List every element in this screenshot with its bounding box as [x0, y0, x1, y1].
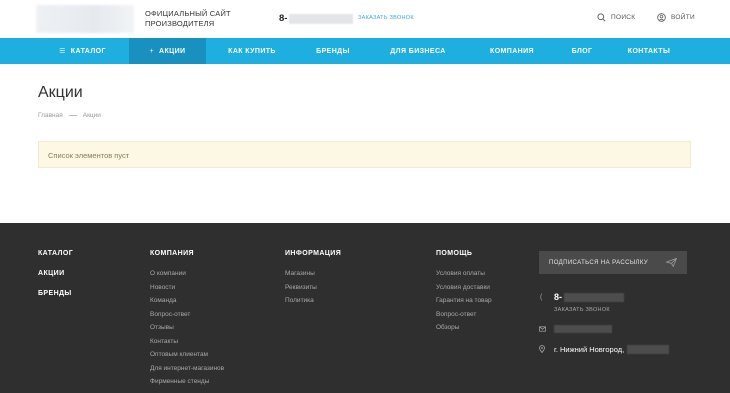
phone-icon: ( — [540, 294, 543, 301]
breadcrumb-home[interactable]: Главная — [38, 112, 63, 119]
footer-link-catalog[interactable]: КАТАЛОГ — [38, 250, 73, 257]
footer-link-delivery[interactable]: Условия доставки — [436, 284, 490, 291]
search-button[interactable]: ПОИСК — [597, 13, 635, 22]
header-phone-prefix: 8- — [279, 13, 288, 24]
footer-phone-number-redacted — [564, 292, 625, 302]
nav-contacts[interactable]: КОНТАКТЫ — [616, 38, 682, 64]
user-icon — [657, 13, 666, 22]
subscribe-button[interactable]: ПОДПИСАТЬСЯ НА РАССЫЛКУ — [539, 251, 687, 274]
footer-link-policy[interactable]: Политика — [285, 297, 314, 304]
menu-icon: ☰ — [59, 48, 66, 55]
footer-link-faq[interactable]: Вопрос-ответ — [150, 311, 190, 318]
nav-company[interactable]: КОМПАНИЯ — [476, 38, 548, 64]
footer-info-title: ИНФОРМАЦИЯ — [285, 250, 342, 257]
footer-link-news[interactable]: Новости — [150, 284, 175, 291]
main-nav: ☰ КАТАЛОГ + АКЦИИ КАК КУПИТЬ БРЕНДЫ ДЛЯ … — [0, 38, 730, 64]
nav-business[interactable]: ДЛЯ БИЗНЕСА — [376, 38, 460, 64]
breadcrumb: Главная Акции — [38, 112, 101, 119]
header-phone[interactable]: 8- — [279, 13, 354, 24]
search-icon — [597, 13, 606, 22]
nav-how-to-buy[interactable]: КАК КУПИТЬ — [214, 38, 290, 64]
send-icon — [666, 258, 677, 267]
footer-address-city: г. Нижний Новгород, — [554, 345, 625, 354]
nav-actions-label: АКЦИИ — [158, 47, 186, 55]
footer-link-warranty[interactable]: Гарантия на товар — [436, 297, 492, 304]
footer-link-actions[interactable]: АКЦИИ — [38, 270, 65, 277]
footer-link-help-faq[interactable]: Вопрос-ответ — [436, 311, 476, 318]
nav-actions[interactable]: + АКЦИИ — [129, 38, 206, 64]
nav-brands[interactable]: БРЕНДЫ — [300, 38, 366, 64]
breadcrumb-current: Акции — [82, 112, 101, 119]
nav-blog[interactable]: БЛОГ — [560, 38, 604, 64]
login-label: ВОЙТИ — [671, 14, 695, 21]
location-pin-icon — [539, 345, 545, 353]
breadcrumb-separator — [68, 115, 77, 116]
mail-icon — [539, 326, 546, 332]
footer-link-requisites[interactable]: Реквизиты — [285, 284, 317, 291]
login-button[interactable]: ВОЙТИ — [657, 13, 695, 22]
header-callback-link[interactable]: ЗАКАЗАТЬ ЗВОНОК — [358, 15, 414, 21]
footer-link-online-stores[interactable]: Для интернет-магазинов — [150, 365, 224, 372]
plus-icon: + — [149, 47, 154, 55]
footer-link-contacts[interactable]: Контакты — [150, 338, 178, 345]
footer-link-payment[interactable]: Условия оплаты — [436, 270, 485, 277]
footer-link-about[interactable]: О компании — [150, 270, 186, 277]
empty-list-notice: Список элементов пуст — [38, 141, 691, 168]
footer-link-wholesale[interactable]: Оптовым клиентам — [150, 351, 208, 358]
footer-callback-link[interactable]: ЗАКАЗАТЬ ЗВОНОК — [554, 307, 610, 313]
footer-link-reviews[interactable]: Отзывы — [150, 324, 174, 331]
footer-company-title: КОМПАНИЯ — [150, 250, 194, 257]
footer-link-brands[interactable]: БРЕНДЫ — [38, 290, 72, 297]
footer-phone[interactable]: 8- — [554, 292, 625, 302]
header-phone-number-redacted — [289, 13, 354, 24]
footer-email-redacted[interactable] — [554, 325, 612, 333]
nav-catalog-label: КАТАЛОГ — [70, 47, 106, 55]
footer-link-brand-stands[interactable]: Фирменные стенды — [150, 378, 209, 385]
page-title: Акции — [38, 84, 83, 101]
site-tagline: ОФИЦИАЛЬНЫЙ САЙТ ПРОИЗВОДИТЕЛЯ — [145, 9, 231, 28]
nav-catalog[interactable]: ☰ КАТАЛОГ — [36, 38, 129, 64]
footer-link-shops[interactable]: Магазины — [285, 270, 315, 277]
site-header: ОФИЦИАЛЬНЫЙ САЙТ ПРОИЗВОДИТЕЛЯ 8- ЗАКАЗА… — [0, 0, 730, 38]
search-label: ПОИСК — [611, 14, 636, 21]
site-footer — [0, 223, 730, 393]
footer-phone-prefix: 8- — [554, 292, 563, 302]
footer-address-redacted — [627, 345, 670, 354]
footer-help-title: ПОМОЩЬ — [436, 250, 473, 257]
subscribe-label: ПОДПИСАТЬСЯ НА РАССЫЛКУ — [549, 259, 649, 266]
site-logo[interactable] — [36, 5, 134, 33]
footer-link-team[interactable]: Команда — [150, 297, 176, 304]
footer-link-reviews-help[interactable]: Обзоры — [436, 324, 459, 331]
footer-address: г. Нижний Новгород, — [554, 345, 670, 354]
